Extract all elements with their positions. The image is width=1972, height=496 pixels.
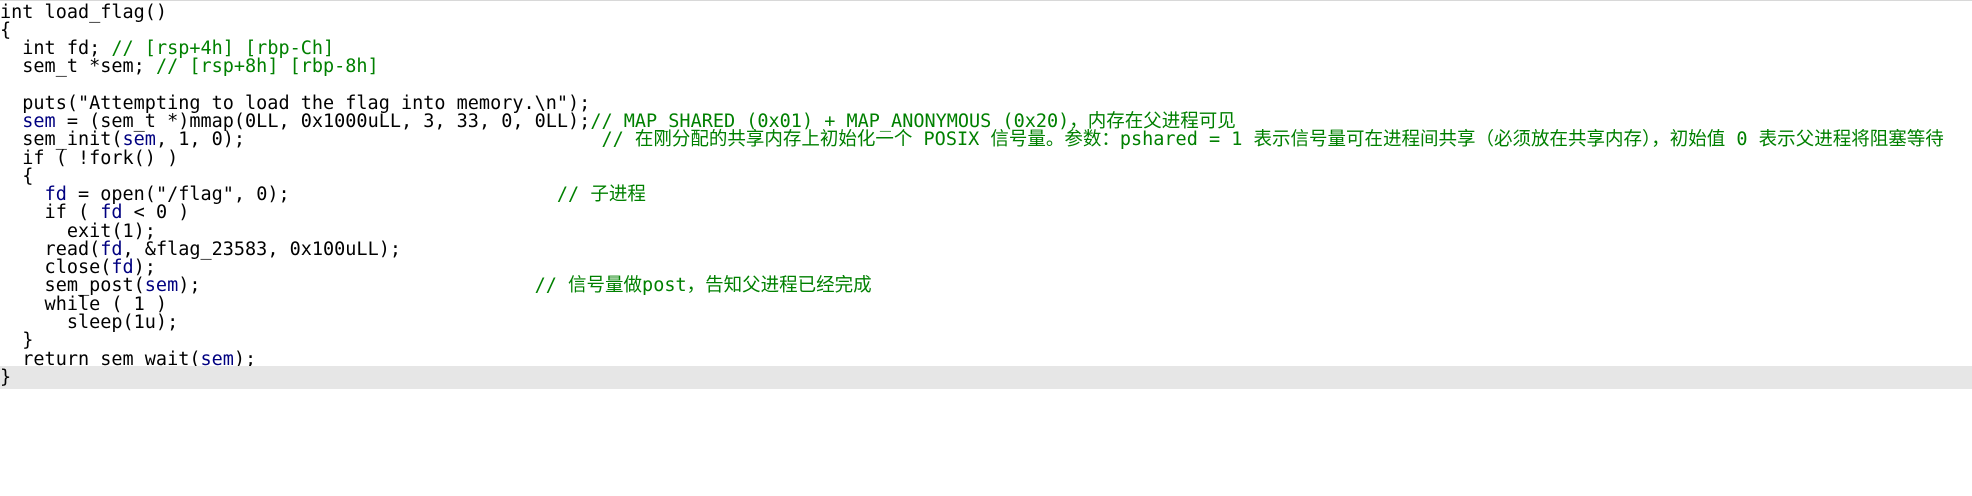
pseudocode-view[interactable]: int load_flag() { int fd; // [rsp+4h] [r… xyxy=(0,0,1972,496)
close-brace: } xyxy=(0,367,12,388)
code-line-current[interactable]: } xyxy=(0,366,1972,389)
